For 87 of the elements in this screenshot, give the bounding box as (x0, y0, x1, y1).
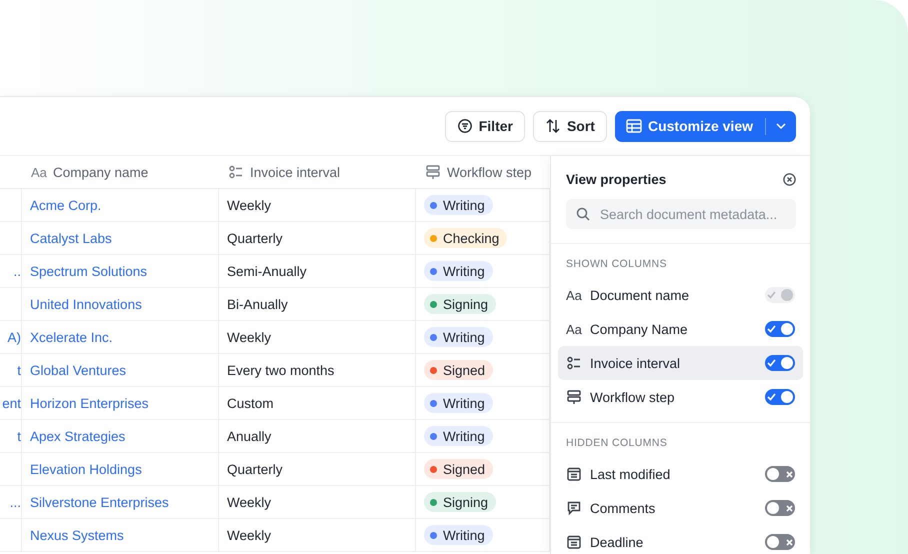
table-cell: Weekly (219, 189, 416, 222)
table-cell: Every two months (219, 354, 416, 387)
status-tag: Writing (424, 525, 493, 545)
text-type-icon: Aa (31, 164, 47, 180)
table-icon (626, 119, 642, 133)
comment-icon (566, 500, 582, 516)
status-tag: Writing (424, 261, 493, 281)
table-cell: Anually (219, 420, 416, 453)
check-icon (767, 325, 776, 333)
status-tag: Signing (424, 492, 496, 512)
column-option-label: Invoice interval (590, 356, 682, 370)
check-icon (767, 359, 776, 367)
calendar-icon (566, 466, 582, 482)
column-option-label: Last modified (590, 466, 672, 482)
text-type-icon: Aa (566, 322, 582, 336)
text-type-icon: Aa (566, 288, 582, 302)
status-tag: Writing (424, 393, 493, 413)
table-cell: .. (0, 255, 22, 288)
search-input[interactable]: Search document metadata... (598, 206, 786, 222)
sort-icon (544, 118, 561, 134)
company-link[interactable]: Nexus Systems (30, 528, 124, 542)
status-tag: Signed (424, 360, 494, 380)
section-heading: HIDDEN COLUMNS (565, 437, 668, 451)
calendar-icon (566, 534, 582, 550)
x-icon (786, 470, 793, 478)
column-header: Company name (53, 164, 148, 180)
caret-icon[interactable] (776, 123, 786, 129)
company-link[interactable]: Acme Corp. (30, 198, 102, 212)
table-cell: A) (0, 321, 22, 354)
table-cell: Semi-Anually (219, 255, 416, 288)
toggle-switch[interactable] (765, 466, 795, 482)
column-header: Invoice interval (250, 164, 340, 180)
close-icon[interactable] (783, 173, 796, 186)
table-cell: t (0, 354, 22, 387)
filter-button[interactable]: Filter (444, 110, 525, 142)
checklist-icon (228, 164, 244, 180)
toggle-switch[interactable] (765, 321, 795, 337)
table-cell: ent (0, 387, 22, 420)
sort-button[interactable]: Sort (532, 110, 607, 142)
filter-icon (456, 118, 473, 134)
company-link[interactable]: United Innovations (30, 296, 142, 312)
company-link[interactable]: Global Ventures (30, 362, 126, 378)
company-link[interactable]: Horizon Enterprises (30, 396, 149, 410)
status-tag: Checking (424, 228, 508, 248)
company-link[interactable]: Spectrum Solutions (30, 264, 148, 278)
check-icon (767, 393, 776, 401)
column-option-label: Workflow step (590, 390, 676, 404)
table-cell: Weekly (219, 519, 416, 552)
table-cell: ... (0, 486, 22, 519)
table-cell: Quarterly (219, 222, 416, 255)
table-cell: Custom (219, 387, 416, 420)
column-option-label: Company Name (590, 322, 689, 336)
checklist-icon (566, 355, 582, 371)
company-link[interactable]: Apex Strategies (30, 428, 126, 444)
section-heading: SHOWN COLUMNS (565, 258, 668, 272)
x-icon (786, 504, 793, 512)
check-icon (767, 291, 776, 299)
toggle-switch[interactable] (765, 534, 795, 550)
search-icon (576, 207, 590, 221)
company-link[interactable]: Catalyst Labs (30, 230, 112, 246)
status-tag: Signed (424, 459, 494, 479)
panel-title: View properties (566, 172, 666, 187)
x-icon (786, 538, 793, 546)
status-tag: Writing (424, 327, 493, 347)
toggle-switch[interactable] (765, 389, 795, 405)
column-option[interactable]: Invoice interval (558, 346, 803, 380)
stack-icon (425, 164, 441, 180)
status-tag: Writing (424, 195, 493, 215)
company-link[interactable]: Xcelerate Inc. (30, 330, 113, 344)
search-field[interactable]: Search document metadata... (566, 199, 796, 229)
table-cell: Quarterly (219, 453, 416, 486)
customize-view-button[interactable]: Customize view (614, 110, 796, 142)
column-option-label: Document name (590, 288, 690, 302)
stack-icon (566, 389, 582, 405)
table-cell: Bi-Anually (219, 288, 416, 321)
column-option-label: Comments (590, 500, 656, 516)
table-cell: Weekly (219, 321, 416, 354)
table-cell: t (0, 420, 22, 453)
column-option-label: Deadline (590, 534, 644, 550)
table-cell: Weekly (219, 486, 416, 519)
toggle-switch[interactable] (765, 500, 795, 516)
company-link[interactable]: Silverstone Enterprises (30, 494, 169, 510)
company-link[interactable]: Elevation Holdings (30, 462, 142, 476)
column-header: Workflow step (447, 164, 532, 180)
toggle-switch[interactable] (765, 355, 795, 371)
status-tag: Writing (424, 426, 493, 446)
status-tag: Signing (424, 294, 496, 314)
